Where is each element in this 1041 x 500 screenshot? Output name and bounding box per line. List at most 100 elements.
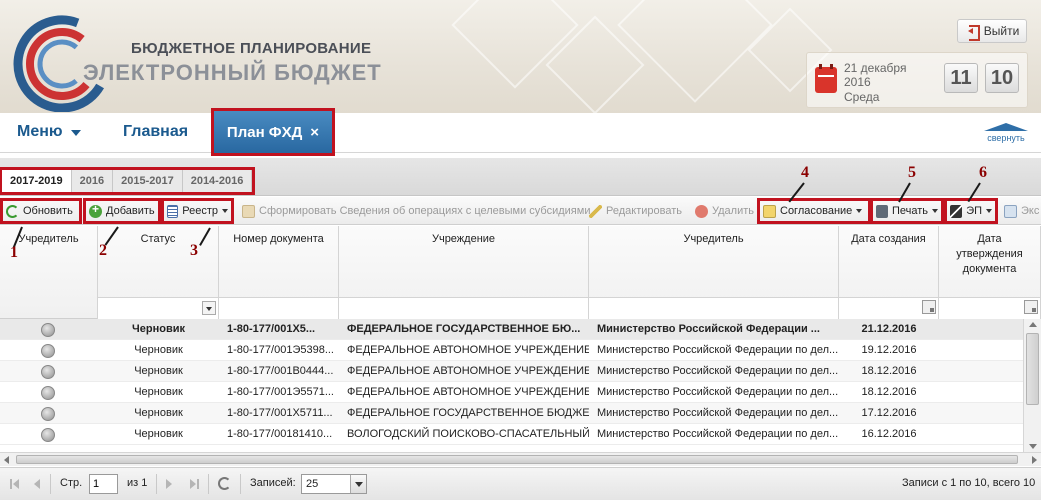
scroll-down-icon[interactable]: [1029, 444, 1037, 449]
cell-founder: Министерство Российской Федерации ...: [597, 323, 820, 335]
table-row[interactable]: Черновик 1-80-177/001X5711... ФЕДЕРАЛЬНО…: [0, 403, 1023, 424]
logout-button[interactable]: Выйти: [957, 19, 1027, 43]
cell-number: 1-80-177/001X5...: [227, 323, 316, 335]
prev-page-icon[interactable]: [30, 478, 42, 490]
collapse-button[interactable]: свернуть: [982, 123, 1030, 149]
time-minutes: 10: [985, 63, 1019, 93]
chevron-down-icon: [856, 209, 863, 213]
chevron-down-icon[interactable]: [202, 301, 216, 315]
approve-button[interactable]: Согласование: [757, 198, 871, 224]
tab-period-2016[interactable]: 2016: [71, 170, 114, 192]
registry-button[interactable]: Реестр: [161, 198, 234, 224]
sign-button[interactable]: ЭП: [944, 198, 998, 224]
cell-created: 19.12.2016: [861, 344, 917, 356]
records-summary: Записи с 1 по 10, всего 10: [902, 477, 1036, 489]
table-row[interactable]: Черновик 1-80-177/001Э5571... ФЕДЕРАЛЬНО…: [0, 382, 1023, 403]
date-day: 21 декабря: [844, 61, 907, 75]
cell-number: 1-80-177/00181410...: [227, 428, 333, 440]
page-input[interactable]: [89, 474, 118, 494]
table-row[interactable]: Черновик 1-80-177/001Э5398... ФЕДЕРАЛЬНО…: [0, 340, 1023, 361]
calendar-icon[interactable]: [922, 300, 936, 314]
tab-plan-fhd[interactable]: План ФХД ×: [211, 108, 335, 156]
refresh-icon: [6, 204, 19, 218]
annotation-number-5: 5: [908, 164, 916, 181]
scroll-right-icon[interactable]: [1032, 456, 1037, 464]
close-icon[interactable]: ×: [310, 124, 319, 141]
column-header-created[interactable]: Дата создания: [839, 226, 939, 297]
scroll-thumb[interactable]: [16, 455, 1018, 464]
column-header-status[interactable]: Статус: [98, 226, 219, 297]
table-row[interactable]: Черновик 1-80-177/001X5... ФЕДЕРАЛЬНОЕ Г…: [0, 319, 1023, 340]
page-size-value: 25: [306, 478, 319, 490]
edit-button[interactable]: Редактировать: [585, 200, 686, 222]
sign-label: ЭП: [966, 205, 982, 217]
tab-period-2017-2019[interactable]: 2017-2019: [2, 170, 72, 192]
horizontal-scrollbar[interactable]: [0, 452, 1041, 466]
tab-period-2014-2016[interactable]: 2014-2016: [182, 170, 253, 192]
founder-filter[interactable]: [589, 297, 839, 319]
cell-status: Черновик: [134, 428, 183, 440]
home-link[interactable]: Главная: [123, 123, 188, 141]
time-hours: 11: [944, 63, 978, 93]
refresh-button[interactable]: Обновить: [0, 198, 82, 224]
approved-filter[interactable]: [939, 297, 1041, 319]
delete-icon: [695, 204, 708, 218]
institution-filter[interactable]: [339, 297, 589, 319]
column-header-approved[interactable]: Дата утверждения документа: [939, 226, 1041, 297]
cell-created: 21.12.2016: [861, 323, 917, 335]
vertical-scrollbar[interactable]: [1023, 319, 1041, 452]
separator: [156, 474, 157, 494]
menu-label: Меню: [17, 123, 63, 140]
signature-icon: [950, 204, 963, 218]
cell-institution: ФЕДЕРАЛЬНОЕ АВТОНОМНОЕ УЧРЕЖДЕНИЕ ...: [347, 365, 589, 377]
first-page-icon[interactable]: [9, 478, 21, 490]
tab-period-2015-2017[interactable]: 2015-2017: [113, 170, 183, 192]
status-dot-icon: [41, 386, 55, 400]
menu-button[interactable]: Меню: [17, 123, 81, 141]
calendar-icon[interactable]: [1024, 300, 1038, 314]
form-info-button[interactable]: Сформировать Сведения об операциях с цел…: [238, 200, 594, 222]
status-dot-icon: [41, 407, 55, 421]
status-dot-icon: [41, 323, 55, 337]
logo-title: БЮДЖЕТНОЕ ПЛАНИРОВАНИЕ: [131, 40, 372, 57]
status-filter[interactable]: [98, 297, 219, 319]
chevron-down-icon: [222, 209, 228, 213]
print-button[interactable]: Печать: [870, 198, 944, 224]
printer-icon: [876, 204, 888, 218]
last-page-icon[interactable]: [188, 478, 200, 490]
annotation-number-4: 4: [801, 164, 809, 181]
number-filter[interactable]: [219, 297, 339, 319]
edit-label: Редактировать: [606, 205, 682, 217]
chevron-down-icon[interactable]: [350, 475, 366, 493]
table-row[interactable]: Черновик 1-80-177/00181410... ВОЛОГОДСКИ…: [0, 424, 1023, 445]
cell-institution: ФЕДЕРАЛЬНОЕ АВТОНОМНОЕ УЧРЕЖДЕНИЕ ...: [347, 344, 589, 356]
delete-button[interactable]: Удалить: [691, 200, 758, 222]
records-label: Записей:: [250, 477, 296, 489]
date-year: 2016: [844, 75, 871, 89]
scroll-up-icon[interactable]: [1029, 322, 1037, 327]
column-header-institution[interactable]: Учреждение: [339, 226, 589, 297]
scroll-left-icon[interactable]: [4, 456, 9, 464]
column-header-founder[interactable]: Учредитель: [589, 226, 839, 297]
table-row[interactable]: Черновик 1-80-177/001B0444... ФЕДЕРАЛЬНО…: [0, 361, 1023, 382]
refresh-icon[interactable]: [218, 477, 231, 490]
documents-grid: Учредитель Статус Номер документа Учрежд…: [0, 226, 1041, 452]
scroll-thumb[interactable]: [1026, 333, 1039, 405]
column-header-number[interactable]: Номер документа: [219, 226, 339, 297]
status-dot-icon: [41, 428, 55, 442]
add-button[interactable]: Добавить: [83, 198, 161, 224]
logout-label: Выйти: [983, 24, 1020, 38]
export-button[interactable]: Экс: [1000, 200, 1041, 222]
next-page-icon[interactable]: [164, 478, 176, 490]
calendar-icon: [815, 64, 837, 93]
date-time-panel: 21 декабря 2016 Среда 11 10: [806, 52, 1028, 108]
cell-founder: Министерство Российской Федерации по дел…: [597, 365, 839, 377]
separator: [240, 474, 241, 494]
cell-status: Черновик: [134, 344, 183, 356]
chevron-down-icon: [986, 209, 992, 213]
date-weekday: Среда: [844, 90, 880, 104]
page-size-select[interactable]: 25: [301, 474, 367, 494]
cell-institution: ФЕДЕРАЛЬНОЕ ГОСУДАРСТВЕННОЕ БЮ...: [347, 323, 581, 335]
created-filter[interactable]: [839, 297, 939, 319]
export-icon: [1004, 204, 1017, 218]
